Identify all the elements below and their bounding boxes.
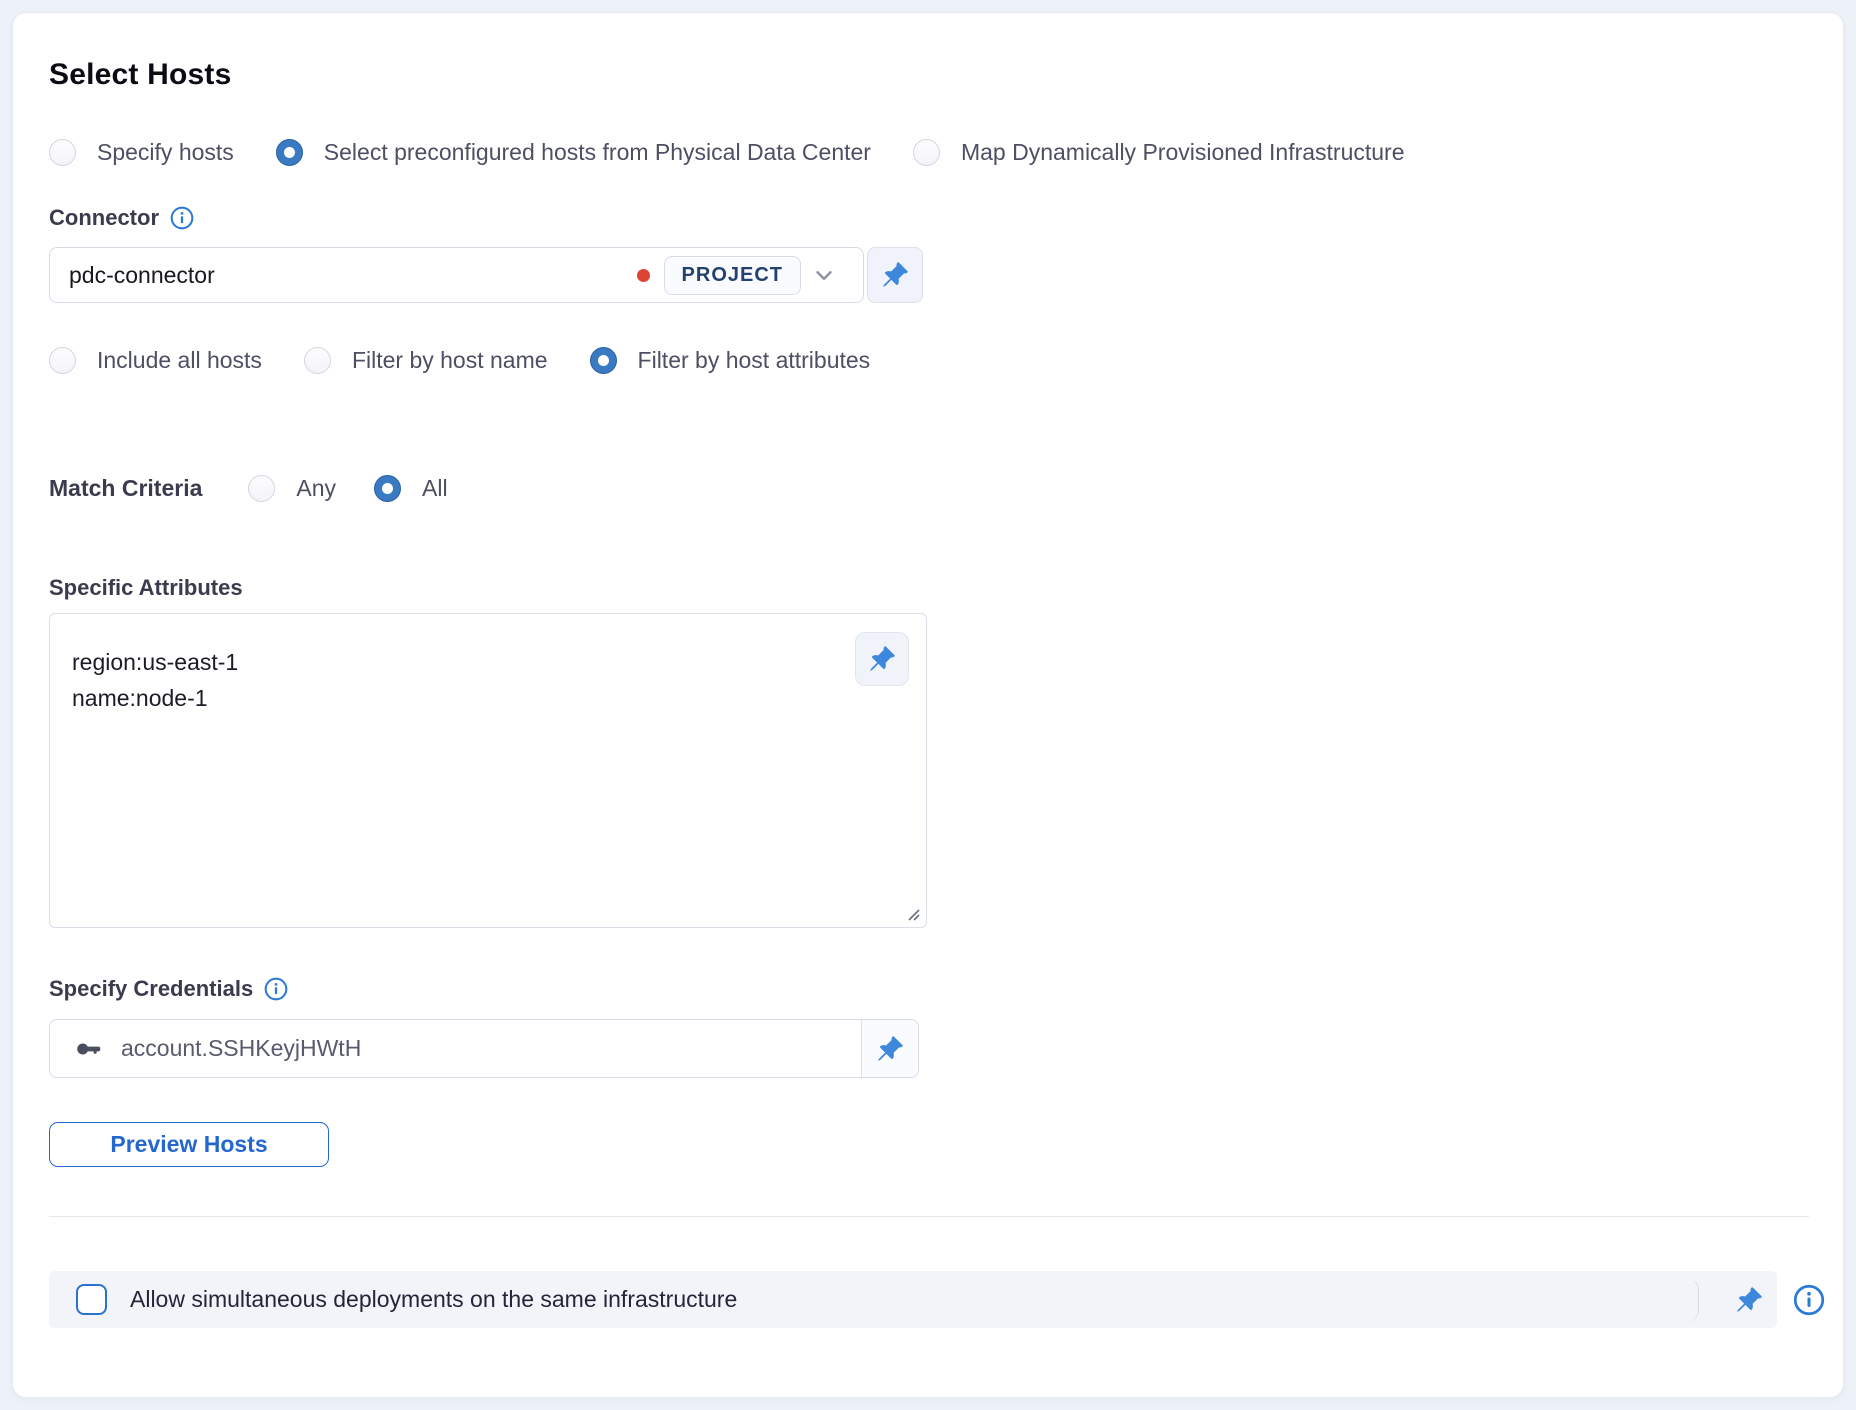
match-criteria-section: Match Criteria Any All: [49, 473, 1807, 503]
radio-all[interactable]: All: [374, 473, 448, 503]
connector-label: Connector: [49, 205, 159, 231]
info-icon[interactable]: [264, 977, 288, 1001]
credentials-picker[interactable]: account.SSHKeyjHWtH: [50, 1020, 861, 1077]
radio-icon-selected[interactable]: [276, 139, 303, 166]
pin-icon: [876, 1035, 904, 1063]
radio-filter-host-name[interactable]: Filter by host name: [304, 345, 548, 375]
match-criteria-label: Match Criteria: [49, 475, 202, 502]
connector-value: pdc-connector: [69, 262, 637, 289]
radio-icon[interactable]: [49, 139, 76, 166]
radio-label: Filter by host name: [352, 345, 548, 375]
radio-icon[interactable]: [304, 347, 331, 374]
simultaneous-deployments-label: Allow simultaneous deployments on the sa…: [130, 1286, 1681, 1313]
match-criteria-radio-group: Any All: [248, 473, 447, 503]
host-filter-radio-group: Include all hosts Filter by host name Fi…: [49, 345, 1807, 375]
section-divider: [49, 1216, 1809, 1217]
simultaneous-deployments-row: Allow simultaneous deployments on the sa…: [49, 1271, 1777, 1328]
specific-attributes-section: Specific Attributes: [49, 575, 1807, 928]
radio-label: Map Dynamically Provisioned Infrastructu…: [961, 137, 1405, 167]
pin-icon: [1735, 1286, 1763, 1314]
attributes-pin-button[interactable]: [855, 632, 909, 686]
credentials-label: Specify Credentials: [49, 976, 253, 1002]
connector-select[interactable]: pdc-connector PROJECT: [49, 247, 864, 303]
radio-preconfigured-hosts[interactable]: Select preconfigured hosts from Physical…: [276, 137, 871, 167]
credentials-select: account.SSHKeyjHWtH: [49, 1019, 919, 1078]
radio-include-all-hosts[interactable]: Include all hosts: [49, 345, 262, 375]
footer-section: Allow simultaneous deployments on the sa…: [49, 1271, 1825, 1328]
radio-label: Any: [296, 473, 336, 503]
info-icon[interactable]: [170, 206, 194, 230]
specific-attributes-textarea[interactable]: [50, 614, 926, 927]
pin-icon: [881, 261, 909, 289]
radio-label: Specify hosts: [97, 137, 234, 167]
radio-label: All: [422, 473, 448, 503]
radio-label: Filter by host attributes: [638, 345, 871, 375]
key-icon: [74, 1034, 104, 1064]
simultaneous-deployments-checkbox[interactable]: [76, 1284, 107, 1315]
radio-icon[interactable]: [248, 475, 275, 502]
radio-icon[interactable]: [913, 139, 940, 166]
row-end-divider: [1681, 1278, 1699, 1322]
credentials-value: account.SSHKeyjHWtH: [121, 1035, 361, 1062]
host-source-radio-group: Specify hosts Select preconfigured hosts…: [49, 137, 1807, 167]
radio-any[interactable]: Any: [248, 473, 336, 503]
select-hosts-panel: Select Hosts Specify hosts Select precon…: [12, 12, 1844, 1398]
scope-badge: PROJECT: [664, 256, 801, 295]
radio-specify-hosts[interactable]: Specify hosts: [49, 137, 234, 167]
info-icon[interactable]: [1793, 1284, 1825, 1316]
required-dot-icon: [637, 269, 650, 282]
specific-attributes-label: Specific Attributes: [49, 575, 243, 601]
radio-dynamic-infrastructure[interactable]: Map Dynamically Provisioned Infrastructu…: [913, 137, 1405, 167]
radio-icon-selected[interactable]: [374, 475, 401, 502]
footer-pin-button[interactable]: [1721, 1271, 1777, 1328]
radio-label: Select preconfigured hosts from Physical…: [324, 137, 871, 167]
resize-handle[interactable]: [902, 903, 922, 923]
page-title: Select Hosts: [49, 57, 1807, 93]
credentials-pin-button[interactable]: [861, 1020, 918, 1077]
pin-icon: [868, 645, 896, 673]
connector-section: Connector pdc-connector PROJECT: [49, 205, 1807, 303]
preview-hosts-button[interactable]: Preview Hosts: [49, 1122, 329, 1167]
connector-pin-button[interactable]: [867, 247, 923, 303]
radio-filter-host-attributes[interactable]: Filter by host attributes: [590, 345, 871, 375]
radio-icon[interactable]: [49, 347, 76, 374]
radio-icon-selected[interactable]: [590, 347, 617, 374]
chevron-down-icon[interactable]: [801, 262, 847, 288]
radio-label: Include all hosts: [97, 345, 262, 375]
credentials-section: Specify Credentials account.SSHKeyjHWtH: [49, 976, 1807, 1078]
